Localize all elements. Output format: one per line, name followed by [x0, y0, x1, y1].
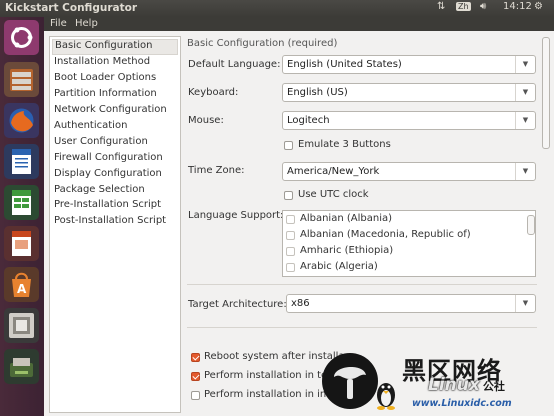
sidebar-item-package-selection[interactable]: Package Selection	[54, 184, 145, 198]
scrollbar-thumb[interactable]	[542, 37, 550, 149]
target-architecture-label: Target Architecture:	[188, 299, 287, 310]
language-support-list[interactable]: Albanian (Albania) Albanian (Macedonia, …	[282, 210, 536, 277]
reboot-checkbox[interactable]	[191, 353, 200, 362]
scrollbar-thumb[interactable]	[527, 215, 535, 235]
use-utc-checkbox[interactable]	[284, 191, 293, 200]
section-title: Basic Configuration (required)	[187, 38, 338, 49]
watermark: 黑区网络 Linux 公社 www.Linuxidc.com	[320, 347, 554, 416]
software-center-icon[interactable]: A	[4, 267, 39, 302]
watermark-brand: Linux 公社	[428, 375, 505, 395]
keyboard-value: English (US)	[287, 87, 348, 98]
keyboard-combo[interactable]: English (US) ▼	[282, 83, 536, 102]
impress-icon[interactable]	[4, 226, 39, 261]
sidebar-item-authentication[interactable]: Authentication	[54, 120, 127, 134]
firefox-icon[interactable]	[4, 103, 39, 138]
language-name: Amharic (Ethiopia)	[300, 245, 394, 256]
launcher: A	[0, 17, 44, 416]
mouse-value: Logitech	[287, 115, 330, 126]
emulate-3-buttons-checkbox[interactable]	[284, 141, 293, 150]
network-arrows-icon[interactable]: ⇅	[437, 1, 445, 12]
language-checkbox[interactable]	[286, 215, 295, 224]
keyboard-label: Keyboard:	[188, 87, 239, 98]
chevron-down-icon: ▼	[515, 295, 535, 312]
divider	[187, 327, 537, 328]
installer-icon[interactable]	[4, 349, 39, 384]
sidebar-item-network-configuration[interactable]: Network Configuration	[54, 104, 167, 118]
category-list: Basic Configuration Installation Method …	[49, 36, 181, 413]
text-mode-label: Perform installation in te	[204, 370, 328, 381]
top-panel: Kickstart Configurator ⇅ Zh 🔊︎ 14:12 ⚙	[0, 0, 554, 17]
time-zone-combo[interactable]: America/New_York ▼	[282, 162, 536, 181]
target-architecture-value: x86	[291, 298, 310, 309]
sidebar-item-boot-loader-options[interactable]: Boot Loader Options	[54, 72, 156, 86]
interactive-mode-label: Perform installation in int	[204, 389, 331, 400]
default-language-value: English (United States)	[287, 59, 402, 70]
language-checkbox[interactable]	[286, 231, 295, 240]
calc-icon[interactable]	[4, 185, 39, 220]
language-name: Albanian (Albania)	[300, 213, 392, 224]
language-support-label: Language Support:	[188, 210, 284, 221]
clock[interactable]: 14:12	[503, 1, 532, 12]
sidebar-item-partition-information[interactable]: Partition Information	[54, 88, 157, 102]
menubar: File Help	[44, 17, 554, 31]
language-name: Albanian (Macedonia, Republic of)	[300, 229, 471, 240]
chevron-down-icon: ▼	[515, 84, 535, 101]
window-title: Kickstart Configurator	[5, 2, 137, 14]
text-mode-checkbox[interactable]	[191, 372, 200, 381]
sidebar-item-firewall-configuration[interactable]: Firewall Configuration	[54, 152, 163, 166]
time-zone-label: Time Zone:	[188, 165, 245, 176]
writer-icon[interactable]	[4, 144, 39, 179]
language-checkbox[interactable]	[286, 263, 295, 272]
input-method-indicator[interactable]: Zh	[456, 1, 471, 12]
sidebar-item-basic-configuration[interactable]: Basic Configuration	[52, 39, 178, 55]
language-name: Arabic (Algeria)	[300, 261, 378, 272]
menu-file[interactable]: File	[50, 18, 67, 29]
emulate-3-buttons-label: Emulate 3 Buttons	[298, 139, 391, 150]
divider	[187, 284, 537, 285]
watermark-logo-icon	[322, 353, 395, 410]
volume-icon[interactable]: 🔊︎	[480, 1, 486, 12]
watermark-site: www.Linuxidc.com	[412, 398, 512, 409]
sidebar-item-user-configuration[interactable]: User Configuration	[54, 136, 148, 150]
language-checkbox[interactable]	[286, 247, 295, 256]
chevron-down-icon: ▼	[515, 163, 535, 180]
default-language-label: Default Language:	[188, 59, 281, 70]
use-utc-label: Use UTC clock	[298, 189, 369, 200]
files-icon[interactable]	[4, 62, 39, 97]
watermark-brand-suffix: 公社	[482, 380, 505, 393]
watermark-brand-text: Linux	[428, 375, 480, 395]
kickstart-icon[interactable]	[4, 308, 39, 343]
menu-help[interactable]: Help	[75, 18, 98, 29]
ime-badge: Zh	[456, 2, 471, 11]
sidebar-item-display-configuration[interactable]: Display Configuration	[54, 168, 162, 182]
power-gear-icon[interactable]: ⚙	[534, 1, 543, 12]
time-zone-value: America/New_York	[287, 166, 380, 177]
sidebar-item-post-installation-script[interactable]: Post-Installation Script	[54, 215, 166, 229]
sidebar-item-pre-installation-script[interactable]: Pre-Installation Script	[54, 199, 161, 213]
default-language-combo[interactable]: English (United States) ▼	[282, 55, 536, 74]
sidebar-item-installation-method[interactable]: Installation Method	[54, 56, 150, 70]
chevron-down-icon: ▼	[515, 56, 535, 73]
target-architecture-combo[interactable]: x86 ▼	[286, 294, 536, 313]
mouse-label: Mouse:	[188, 115, 224, 126]
chevron-down-icon: ▼	[515, 112, 535, 129]
language-list-scrollbar[interactable]	[526, 213, 535, 275]
svg-text:A: A	[17, 282, 27, 296]
interactive-mode-checkbox[interactable]	[191, 391, 200, 400]
mouse-combo[interactable]: Logitech ▼	[282, 111, 536, 130]
ubuntu-dash-icon[interactable]	[4, 20, 39, 55]
